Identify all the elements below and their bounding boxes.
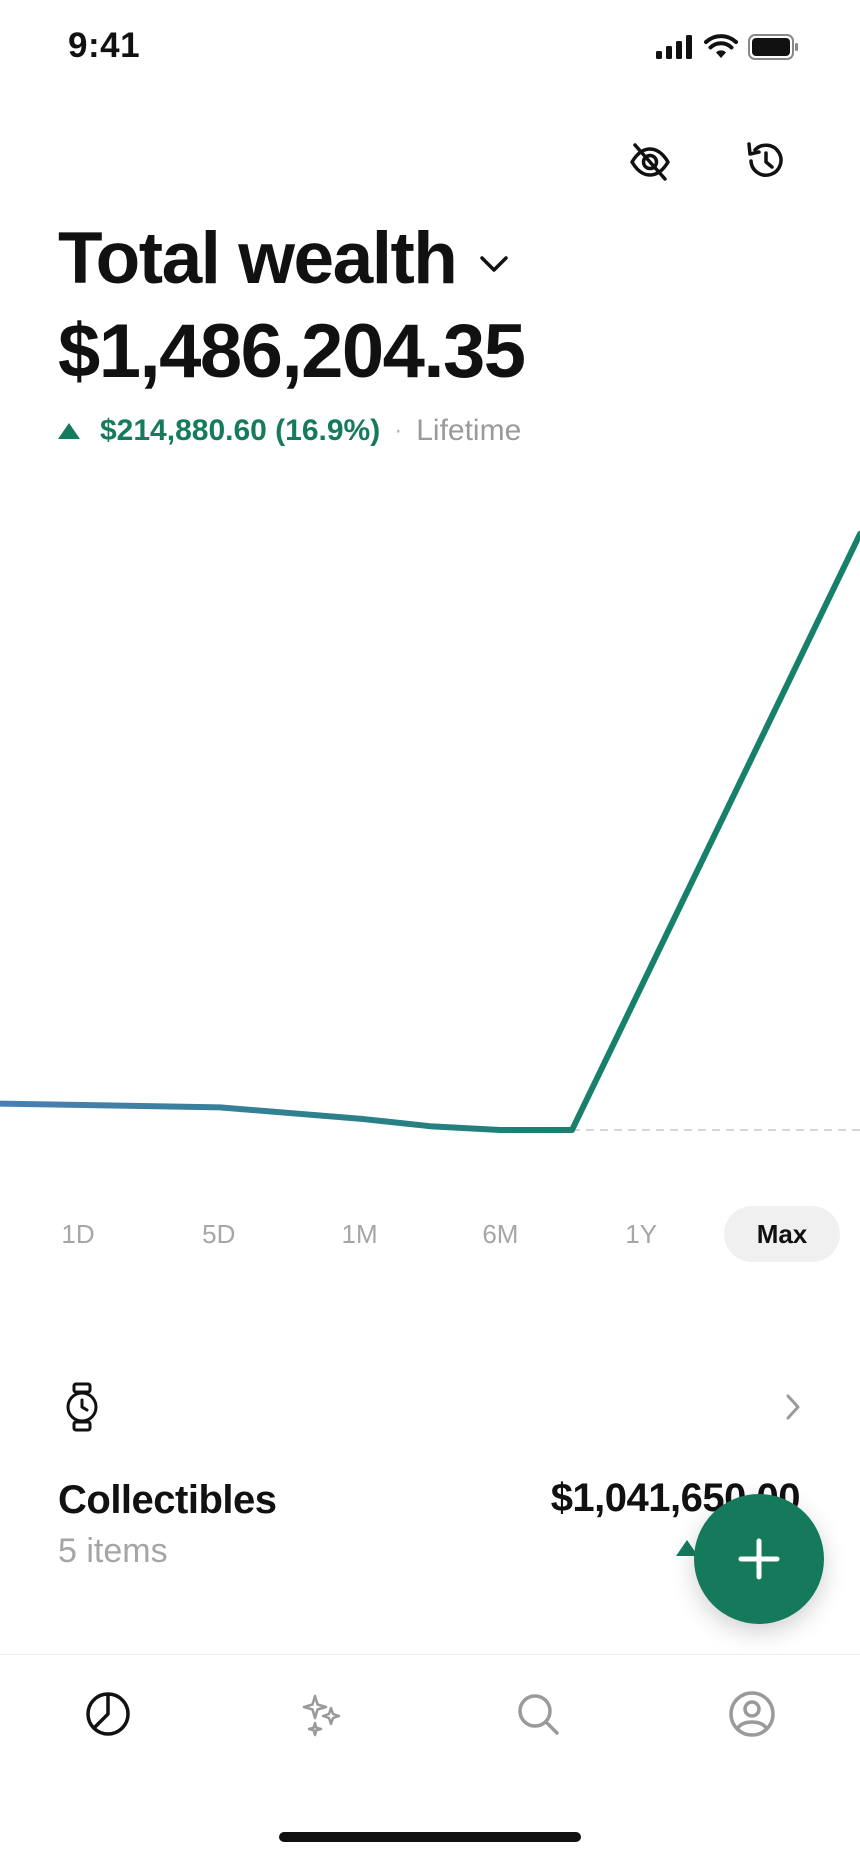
wealth-selector[interactable]: Total wealth [58,222,514,295]
portfolio-icon [86,1692,130,1736]
history-button[interactable] [736,132,796,192]
page-title: Total wealth [58,218,458,299]
search-icon [518,1694,559,1735]
tab-insights[interactable] [292,1684,352,1744]
range-option-1y[interactable]: 1Y [583,1206,699,1262]
watch-icon [66,1382,98,1432]
change-summary: $214,880.60 (16.9%) · Lifetime [58,414,521,448]
tab-portfolio[interactable] [78,1684,138,1744]
chevron-right-icon[interactable] [780,1390,806,1424]
plus-icon [738,1538,780,1580]
nav-divider [0,1654,860,1655]
total-value: $1,486,204.35 [58,309,526,394]
status-time: 9:41 [68,26,141,65]
range-option-5d[interactable]: 5D [161,1206,277,1262]
home-indicator [279,1832,581,1842]
range-option-max[interactable]: Max [723,1206,840,1262]
add-button[interactable] [694,1494,824,1624]
tab-search[interactable] [508,1684,568,1744]
profile-icon [729,1691,775,1737]
collectibles-count: 5 items [58,1532,168,1570]
chart-series-line [0,531,860,1133]
range-selector: 1D 5D 1M 6M 1Y Max [20,1206,840,1262]
battery-icon [748,34,798,60]
tab-profile[interactable] [722,1684,782,1744]
range-option-1d[interactable]: 1D [20,1206,136,1262]
cellular-signal-icon [656,35,692,59]
status-icons [656,34,800,60]
change-value: $214,880.60 (16.9%) [100,414,381,447]
sparkles-icon [302,1694,341,1737]
range-option-6m[interactable]: 6M [442,1206,558,1262]
change-period: Lifetime [416,414,522,447]
change-separator: · [394,417,403,444]
history-icon [747,142,783,177]
up-arrow-icon [58,423,80,439]
hide-values-button[interactable] [620,132,680,192]
range-option-1m[interactable]: 1M [302,1206,418,1262]
chevron-down-icon [480,255,509,272]
wifi-icon [704,34,738,58]
collectibles-title: Collectibles [58,1478,277,1522]
eye-off-icon [630,143,670,181]
wealth-chart[interactable] [0,480,860,1200]
